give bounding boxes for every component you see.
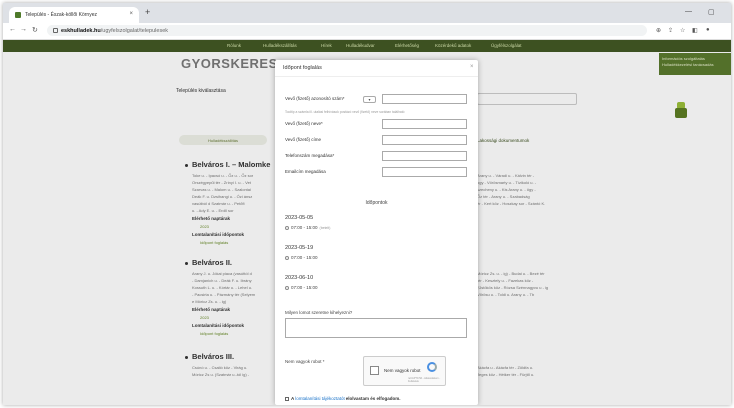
- phone-label: Telefonszám megadása*: [285, 153, 335, 158]
- browser-toolbar: ← → ↻ eskhulladek.hu /ugyfelszolgalat/te…: [3, 23, 731, 40]
- back-icon[interactable]: ←: [9, 26, 16, 33]
- modal-title: Időpont foglalás: [283, 65, 322, 71]
- share-icon[interactable]: ⇪: [668, 27, 673, 34]
- customer-id-label: Vevő (fizető) azonosító szám*: [285, 96, 345, 101]
- lock-icon: [53, 28, 58, 33]
- slot-option[interactable]: 07:00 - 15:00 (betelt): [285, 225, 330, 230]
- restore-icon[interactable]: ▢: [708, 8, 715, 16]
- agree-cleanup-terms[interactable]: Alomtalanítási tájékoztatót elolvastam és…: [285, 396, 401, 401]
- address-bar[interactable]: eskhulladek.hu /ugyfelszolgalat/telepule…: [47, 25, 647, 36]
- date-label: 2023-06-10: [285, 275, 314, 281]
- customer-address-label: Vevő (fizető) címe: [285, 137, 322, 142]
- page-content: Rólunk Hulladékszállítás Hírek Hulladéku…: [3, 40, 731, 405]
- minimize-icon[interactable]: —: [685, 8, 692, 15]
- zoom-icon[interactable]: ⊕: [656, 27, 661, 34]
- checkbox-icon[interactable]: [285, 396, 289, 401]
- items-textarea[interactable]: [285, 318, 467, 338]
- sidepanel-icon[interactable]: ◧: [692, 27, 698, 34]
- help-toggle-select[interactable]: ▾: [363, 96, 376, 103]
- favicon-icon: [15, 12, 21, 18]
- email-input[interactable]: [382, 167, 467, 177]
- booking-modal: Időpont foglalás × Vevő (fizető) azonosí…: [275, 60, 478, 405]
- recaptcha-widget: Nem vagyok robot reCAPTCHA - Adatvédelem…: [363, 356, 446, 386]
- profile-icon[interactable]: ●: [706, 27, 710, 33]
- phone-input[interactable]: [382, 151, 467, 161]
- customer-address-input[interactable]: [382, 135, 467, 145]
- slot-option[interactable]: 07:00 - 15:00: [285, 285, 318, 290]
- customer-name-label: Vevő (fizető) neve*: [285, 121, 323, 126]
- modal-divider: [275, 76, 478, 77]
- customer-id-input[interactable]: [382, 94, 467, 104]
- recaptcha-checkbox[interactable]: [370, 366, 379, 375]
- bookmark-star-icon[interactable]: ☆: [680, 27, 685, 34]
- radio-icon[interactable]: [285, 285, 289, 290]
- browser-tab[interactable]: Település - Észak-köllői Környez ×: [9, 7, 139, 23]
- customer-id-help: Tooltip a számla ill. utalási felhívások…: [285, 110, 405, 114]
- slot-option[interactable]: 07:00 - 15:00: [285, 255, 318, 260]
- browser-window: Település - Észak-köllői Környez × + — ▢…: [3, 3, 731, 405]
- url-host: eskhulladek.hu: [61, 27, 101, 34]
- date-label: 2023-05-05: [285, 215, 314, 221]
- recaptcha-text: Nem vagyok robot: [384, 368, 421, 373]
- radio-icon[interactable]: [285, 225, 289, 230]
- question-label: Milyen lomot szeretne kihelyezni?: [285, 310, 353, 315]
- customer-name-input[interactable]: [382, 119, 467, 129]
- robot-label: Nem vagyok robot *: [285, 359, 325, 364]
- close-icon[interactable]: ×: [470, 64, 474, 70]
- dates-heading: Időpontok: [365, 200, 388, 206]
- url-path: /ugyfelszolgalat/telepulesek: [100, 27, 169, 34]
- email-label: Emailcím megadása: [285, 169, 326, 174]
- reload-icon[interactable]: ↻: [32, 26, 38, 34]
- recaptcha-footer: reCAPTCHA - Adatvédelem - Feltételek: [408, 377, 441, 383]
- radio-icon[interactable]: [285, 255, 289, 260]
- tab-title: Település - Észak-köllői Környez: [25, 12, 97, 18]
- tab-strip: Település - Észak-köllői Környez × + — ▢: [3, 3, 731, 23]
- date-label: 2023-05-19: [285, 245, 314, 251]
- tab-close-icon[interactable]: ×: [129, 11, 133, 17]
- new-tab-icon[interactable]: +: [145, 7, 150, 17]
- recaptcha-logo-icon: [427, 362, 437, 372]
- forward-icon[interactable]: →: [20, 26, 27, 33]
